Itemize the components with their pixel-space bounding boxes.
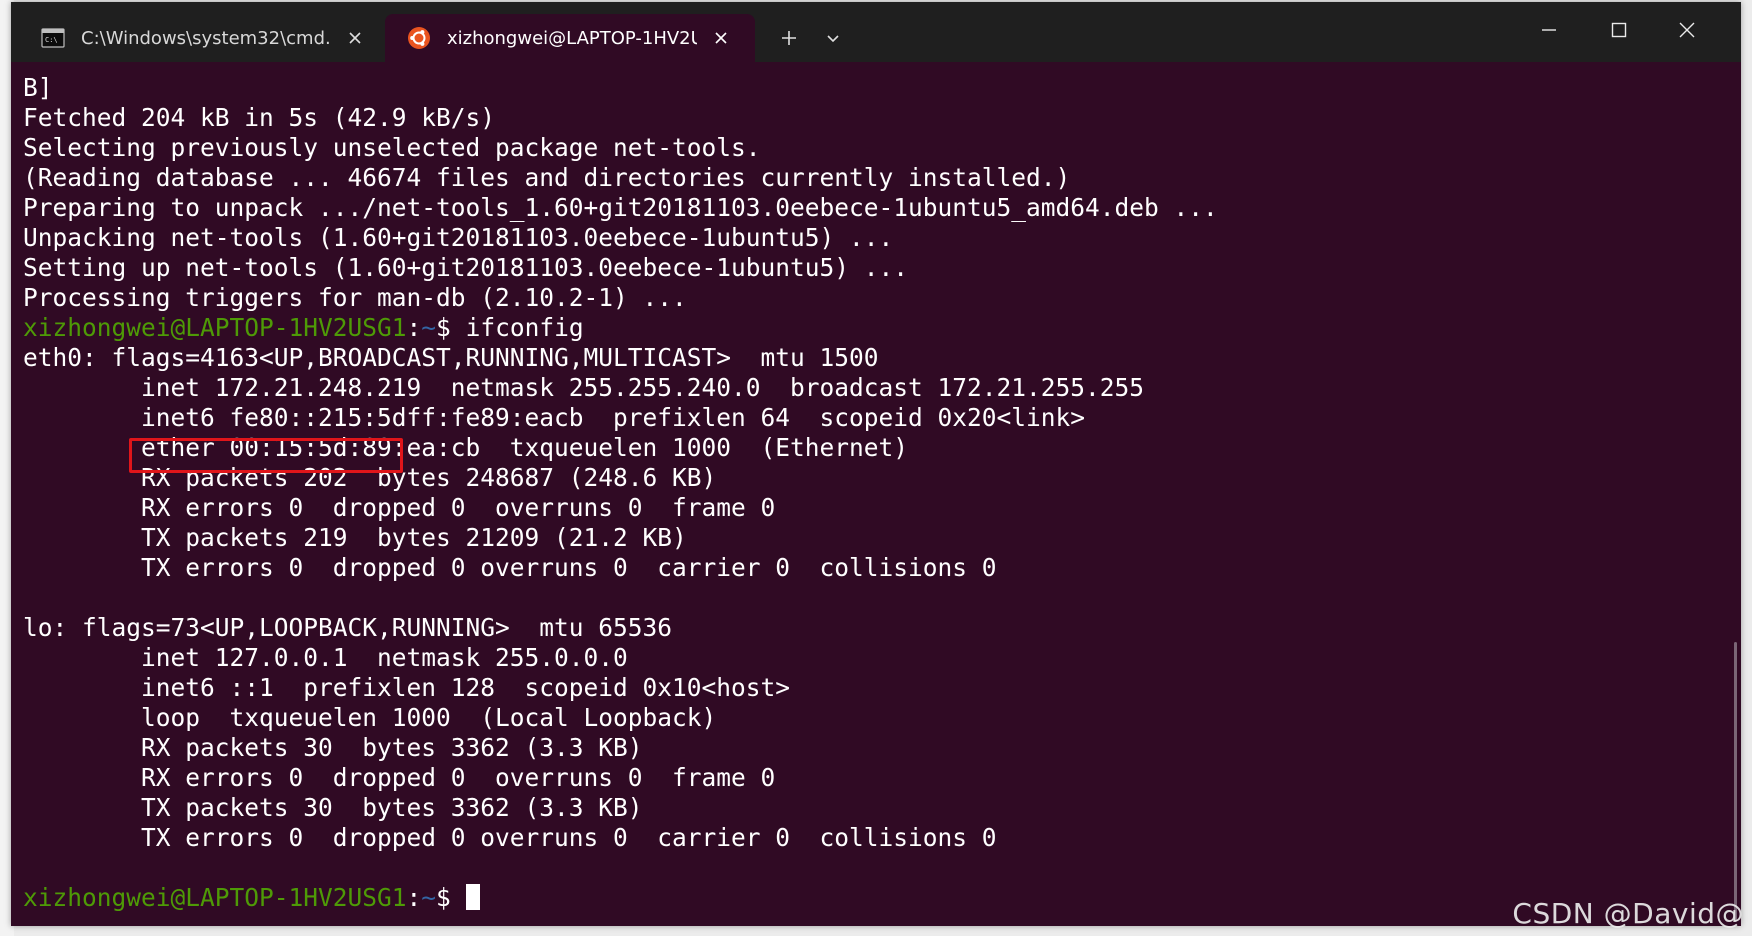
tab-dropdown-button[interactable] xyxy=(815,20,851,56)
prompt-user: xizhongwei@LAPTOP-1HV2USG1 xyxy=(23,313,407,342)
terminal-line: Setting up net-tools (1.60+git20181103.0… xyxy=(23,253,909,282)
terminal-content[interactable]: B] Fetched 204 kB in 5s (42.9 kB/s) Sele… xyxy=(11,62,1741,926)
inet-highlight-box xyxy=(129,438,403,473)
ubuntu-icon xyxy=(408,27,430,49)
terminal-line: B] xyxy=(23,73,53,102)
terminal-line: inet6 ::1 prefixlen 128 scopeid 0x10<hos… xyxy=(23,673,791,702)
terminal-line: RX errors 0 dropped 0 overruns 0 frame 0 xyxy=(23,493,776,522)
prompt-line: xizhongwei@LAPTOP-1HV2USG1:~$ ifconfig xyxy=(23,313,584,343)
close-window-button[interactable] xyxy=(1659,8,1715,52)
terminal-line: Fetched 204 kB in 5s (42.9 kB/s) xyxy=(23,103,496,132)
terminal-line: Selecting previously unselected package … xyxy=(23,133,761,162)
terminal-line: lo: flags=73<UP,LOOPBACK,RUNNING> mtu 65… xyxy=(23,613,673,642)
tab-cmd[interactable]: C:\ C:\Windows\system32\cmd.exe xyxy=(19,14,389,62)
tab-title: C:\Windows\system32\cmd.exe xyxy=(81,27,331,49)
close-icon xyxy=(1679,22,1695,38)
prompt-line: xizhongwei@LAPTOP-1HV2USG1:~$ xyxy=(23,883,480,913)
prompt-path: ~ xyxy=(421,883,437,912)
close-tab-icon[interactable] xyxy=(709,26,733,50)
close-tab-icon[interactable] xyxy=(343,26,367,50)
watermark: CSDN @David@ xyxy=(1512,897,1744,930)
svg-text:C:\: C:\ xyxy=(45,36,58,44)
terminal-line: RX errors 0 dropped 0 overruns 0 frame 0 xyxy=(23,763,776,792)
prompt-separator: : xyxy=(406,883,422,912)
maximize-icon xyxy=(1611,22,1627,38)
prompt-user: xizhongwei@LAPTOP-1HV2USG1 xyxy=(23,883,407,912)
plus-icon xyxy=(782,31,796,45)
terminal-line: eth0: flags=4163<UP,BROADCAST,RUNNING,MU… xyxy=(23,343,879,372)
cmd-icon: C:\ xyxy=(41,28,65,48)
tab-ubuntu[interactable]: xizhongwei@LAPTOP-1HV2US xyxy=(385,14,755,62)
prompt-symbol: $ xyxy=(436,883,466,912)
terminal-line: inet 172.21.248.219 netmask 255.255.240.… xyxy=(23,373,1145,402)
prompt-command: ifconfig xyxy=(465,313,584,342)
tab-title: xizhongwei@LAPTOP-1HV2US xyxy=(447,27,697,49)
terminal-line: loop txqueuelen 1000 (Local Loopback) xyxy=(23,703,717,732)
terminal-line: Unpacking net-tools (1.60+git20181103.0e… xyxy=(23,223,894,252)
maximize-button[interactable] xyxy=(1591,8,1647,52)
terminal-line: Processing triggers for man-db (2.10.2-1… xyxy=(23,283,687,312)
prompt-path: ~ xyxy=(421,313,437,342)
terminal-line: inet 127.0.0.1 netmask 255.0.0.0 xyxy=(23,643,628,672)
terminal-line: (Reading database ... 46674 files and di… xyxy=(23,163,1071,192)
new-tab-button[interactable] xyxy=(771,20,807,56)
title-bar: C:\ C:\Windows\system32\cmd.exe xizhongw… xyxy=(11,2,1741,62)
terminal-line: RX packets 30 bytes 3362 (3.3 KB) xyxy=(23,733,643,762)
terminal-line: TX errors 0 dropped 0 overruns 0 carrier… xyxy=(23,553,997,582)
minimize-icon xyxy=(1542,29,1556,31)
text-cursor xyxy=(465,884,480,910)
terminal-window: C:\ C:\Windows\system32\cmd.exe xizhongw… xyxy=(11,2,1741,926)
screenshot-page: C:\ C:\Windows\system32\cmd.exe xizhongw… xyxy=(0,0,1752,936)
prompt-symbol: $ xyxy=(436,313,466,342)
minimize-button[interactable] xyxy=(1521,8,1577,52)
terminal-line: Preparing to unpack .../net-tools_1.60+g… xyxy=(23,193,1218,222)
prompt-separator: : xyxy=(406,313,422,342)
chevron-down-icon xyxy=(827,35,839,43)
scrollbar[interactable] xyxy=(1734,642,1737,922)
terminal-line: TX errors 0 dropped 0 overruns 0 carrier… xyxy=(23,823,997,852)
terminal-line: TX packets 219 bytes 21209 (21.2 KB) xyxy=(23,523,687,552)
terminal-line: TX packets 30 bytes 3362 (3.3 KB) xyxy=(23,793,643,822)
terminal-line: inet6 fe80::215:5dff:fe89:eacb prefixlen… xyxy=(23,403,1086,432)
